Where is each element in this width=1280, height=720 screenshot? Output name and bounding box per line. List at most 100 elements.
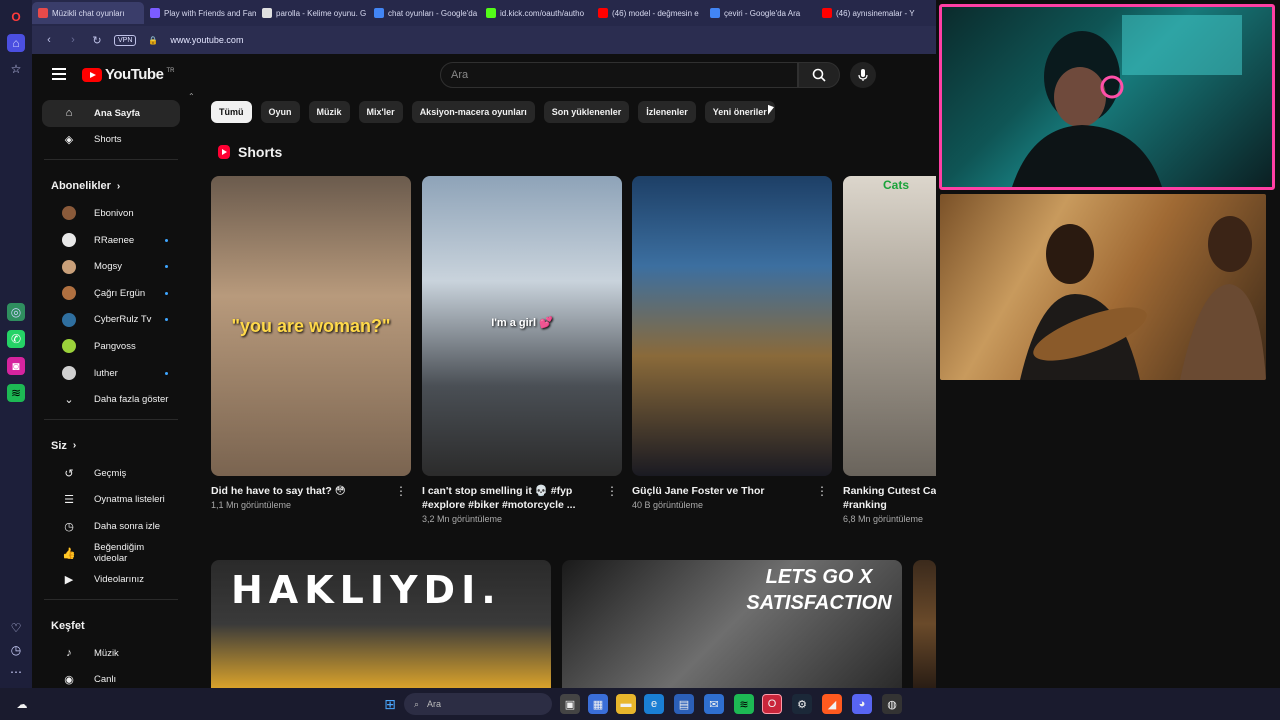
voice-search-button[interactable] [850, 62, 876, 88]
thumbnail-overlay-text: HAKLIYDI. [231, 568, 502, 612]
discord-icon[interactable]: ◕ [852, 694, 872, 714]
channel-avatar [62, 366, 76, 381]
short-card[interactable]: "you are woman?" Did he have to say that?… [211, 176, 411, 510]
short-thumbnail[interactable]: I'm a girl 💕 [422, 176, 622, 476]
sidebar-item-channel[interactable]: luther [42, 360, 180, 387]
sidebar-item-shorts[interactable]: ◈ Shorts [42, 127, 180, 154]
sidebar-item-channel[interactable]: Mogsy [42, 253, 180, 280]
short-title[interactable]: Güçlü Jane Foster ve Thor [632, 484, 812, 498]
browser-tab[interactable]: çeviri - Google'da Ara [704, 2, 816, 24]
app-icon[interactable]: ◢ [822, 694, 842, 714]
sidebar-item-liked-videos[interactable]: 👍 Beğendiğim videolar [42, 540, 180, 567]
short-thumbnail[interactable]: Cats [843, 176, 936, 476]
file-explorer-icon[interactable]: ▬ [616, 694, 636, 714]
video-thumbnail[interactable]: LETS GO X SATISFACTION [562, 560, 902, 688]
sidebar-item-history[interactable]: ↺ Geçmiş [42, 460, 180, 487]
reload-icon[interactable]: ↻ [90, 34, 104, 47]
star-icon[interactable]: ☆ [7, 60, 25, 78]
browser-tab[interactable]: (46) model - değmesin e [592, 2, 704, 24]
short-thumbnail[interactable]: "you are woman?" [211, 176, 411, 476]
filter-chip[interactable]: İzlenenler [638, 101, 696, 123]
sidebar-item-channel[interactable]: Çağrı Ergün [42, 280, 180, 307]
short-title[interactable]: I can't stop smelling it 💀 #fyp #explore… [422, 484, 602, 512]
sidebar-item-live[interactable]: ◉ Canlı [42, 667, 180, 689]
heart-icon[interactable]: ♡ [7, 619, 25, 637]
sidebar-item-home[interactable]: ⌂ Ana Sayfa [42, 100, 180, 127]
more-options-icon[interactable]: ⋮ [606, 484, 618, 498]
streamer-silhouette [1012, 15, 1242, 187]
short-card[interactable]: I'm a girl 💕 I can't stop smelling it 💀 #… [422, 176, 622, 524]
menu-icon[interactable] [52, 68, 66, 80]
url-text[interactable]: www.youtube.com [170, 35, 243, 45]
filter-chip[interactable]: Mix'ler [358, 101, 403, 123]
more-icon[interactable]: ⋯ [7, 663, 25, 681]
task-view-icon[interactable]: ▣ [560, 694, 580, 714]
mail-icon[interactable]: ✉ [704, 694, 724, 714]
sidebar-divider [44, 598, 178, 600]
filter-chip[interactable]: Müzik [308, 101, 350, 123]
opera-logo-icon[interactable]: O [7, 8, 25, 26]
sidebar-item-show-more[interactable]: ⌄ Daha fazla göster [42, 386, 180, 413]
store-icon[interactable]: ▤ [674, 694, 694, 714]
edge-icon[interactable]: e [644, 694, 664, 714]
filter-chip[interactable]: Son yüklenenler [543, 101, 630, 123]
sidebar-item-label: Mogsy [94, 261, 122, 273]
browser-tab[interactable]: parolla - Kelime oyunu. G [256, 2, 368, 24]
channel-avatar [62, 259, 76, 274]
widgets-icon[interactable]: ▦ [588, 694, 608, 714]
search-button[interactable] [798, 62, 840, 88]
browser-tab[interactable]: (46) aynısinemalar - Y [816, 2, 928, 24]
short-view-count: 6,8 Mn görüntüleme [843, 514, 924, 524]
spotify-icon[interactable]: ≋ [7, 384, 25, 402]
sidebar-item-music[interactable]: ♪ Müzik [42, 640, 180, 667]
spotify-taskbar-icon[interactable]: ≋ [734, 694, 754, 714]
sidebar-item-playlists[interactable]: ☰ Oynatma listeleri [42, 487, 180, 514]
browser-tab[interactable]: Play with Friends and Fam [144, 2, 256, 24]
sidebar-item-channel[interactable]: CyberRulz Tv [42, 307, 180, 334]
subscriptions-heading[interactable]: Abonelikler › [32, 166, 190, 200]
short-title[interactable]: Ranking Cutest Cat Moments #ranking [843, 484, 936, 512]
more-options-icon[interactable]: ⋮ [395, 484, 407, 498]
sidebar-item-channel[interactable]: RRaenee [42, 227, 180, 254]
clock-icon[interactable]: ◷ [7, 641, 25, 659]
filter-chip[interactable]: Oyun [260, 101, 300, 123]
home-icon[interactable]: ⌂ [7, 34, 25, 52]
search-input[interactable] [451, 69, 797, 81]
you-heading[interactable]: Siz › [32, 426, 190, 460]
sidebar-scroll-up-icon[interactable]: ⌃ [188, 92, 195, 101]
vpn-badge[interactable]: VPN [114, 34, 137, 46]
back-icon[interactable]: ‹ [42, 34, 56, 46]
filter-chip[interactable]: Aksiyon-macera oyunları [411, 101, 535, 123]
sidebar-item-watch-later[interactable]: ◷ Daha sonra izle [42, 513, 180, 540]
tab-label: parolla - Kelime oyunu. G [276, 8, 367, 18]
sidebar-item-your-videos[interactable]: ▶ Videolarınız [42, 566, 180, 593]
forward-icon[interactable]: › [66, 34, 80, 46]
more-options-icon[interactable]: ⋮ [816, 484, 828, 498]
browser-tab[interactable]: id.kick.com/oauth/autho [480, 2, 592, 24]
short-card[interactable]: Güçlü Jane Foster ve Thor 40 B görüntülem… [632, 176, 832, 510]
filter-chip[interactable]: Yeni öneriler [704, 101, 775, 123]
youtube-play-icon [82, 67, 102, 82]
windows-start-icon[interactable]: ⊞ [380, 694, 400, 714]
sidebar-item-channel[interactable]: Pangvoss [42, 333, 180, 360]
youtube-logo[interactable]: YouTube TR [82, 66, 174, 83]
opera-taskbar-icon[interactable]: O [762, 694, 782, 714]
whatsapp-icon[interactable]: ✆ [7, 330, 25, 348]
obs-icon[interactable]: ◍ [882, 694, 902, 714]
browser-tab[interactable]: chat oyunları - Google'da [368, 2, 480, 24]
video-thumbnail[interactable] [913, 560, 936, 688]
short-card[interactable]: Cats Ranking Cutest Cat Moments #ranking 6… [843, 176, 936, 524]
filter-chip[interactable]: Tümü [211, 101, 252, 123]
chatgpt-icon[interactable]: ◎ [7, 303, 25, 321]
sidebar-item-label: Videolarınız [94, 574, 144, 586]
sidebar-item-channel[interactable]: Ebonivon [42, 200, 180, 227]
liked-videos-icon: 👍 [62, 547, 76, 560]
taskbar-search[interactable]: ⌕ Ara [404, 693, 552, 715]
video-thumbnail[interactable]: HAKLIYDI. [211, 560, 551, 688]
instagram-icon[interactable]: ◙ [7, 357, 25, 375]
browser-tab[interactable]: Müzikli chat oyunları [32, 2, 144, 24]
short-title[interactable]: Did he have to say that? 😳 [211, 484, 391, 498]
short-thumbnail[interactable] [632, 176, 832, 476]
weather-icon[interactable]: ☁ [12, 694, 32, 714]
steam-icon[interactable]: ⚙ [792, 694, 812, 714]
